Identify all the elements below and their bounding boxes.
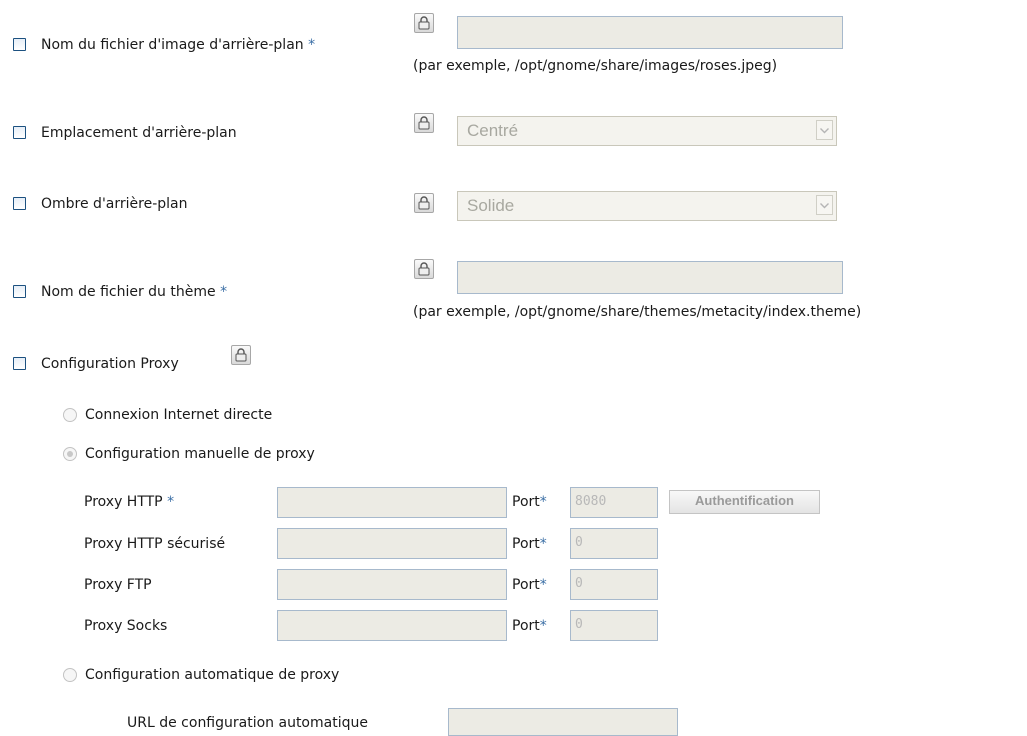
- socks-port-input[interactable]: 0: [570, 610, 658, 641]
- auto-url-label: URL de configuration automatique: [127, 715, 368, 731]
- socks-proxy-label: Proxy Socks: [84, 618, 168, 634]
- manual-proxy-radio[interactable]: [63, 447, 77, 461]
- secure-port-label: Port*: [512, 536, 547, 552]
- required-marker: *: [539, 618, 547, 634]
- secure-port-input[interactable]: 0: [570, 528, 658, 559]
- theme-file-hint: (par exemple, /opt/gnome/share/themes/me…: [413, 304, 862, 320]
- secure-http-proxy-label: Proxy HTTP sécurisé: [84, 536, 226, 552]
- chevron-down-icon[interactable]: [816, 120, 833, 140]
- background-image-hint: (par exemple, /opt/gnome/share/images/ro…: [413, 58, 778, 74]
- required-marker: *: [539, 494, 547, 510]
- required-marker: *: [167, 494, 175, 510]
- lock-icon[interactable]: [414, 13, 434, 33]
- direct-connection-radio[interactable]: [63, 408, 77, 422]
- background-image-checkbox[interactable]: [13, 38, 26, 51]
- theme-file-input[interactable]: [457, 261, 843, 294]
- http-port-input[interactable]: 8080: [570, 487, 658, 518]
- theme-file-checkbox[interactable]: [13, 285, 26, 298]
- background-placement-select[interactable]: Centré: [457, 116, 837, 146]
- proxy-config-checkbox[interactable]: [13, 357, 26, 370]
- http-proxy-label: Proxy HTTP *: [84, 494, 175, 510]
- manual-proxy-label: Configuration manuelle de proxy: [85, 446, 315, 462]
- theme-file-label: Nom de fichier du thème *: [41, 284, 228, 300]
- socks-proxy-input[interactable]: [277, 610, 507, 641]
- background-shading-value: Solide: [467, 196, 515, 215]
- background-placement-value: Centré: [467, 121, 519, 140]
- background-placement-checkbox[interactable]: [13, 126, 26, 139]
- chevron-down-icon[interactable]: [816, 195, 833, 215]
- background-image-label: Nom du fichier d'image d'arrière-plan *: [41, 37, 316, 53]
- secure-http-proxy-input[interactable]: [277, 528, 507, 559]
- lock-icon[interactable]: [231, 345, 251, 365]
- direct-connection-label: Connexion Internet directe: [85, 407, 273, 423]
- proxy-config-label: Configuration Proxy: [41, 356, 179, 372]
- background-shading-label: Ombre d'arrière-plan: [41, 196, 188, 212]
- background-image-input[interactable]: [457, 16, 843, 49]
- background-shading-select[interactable]: Solide: [457, 191, 837, 221]
- background-placement-label: Emplacement d'arrière-plan: [41, 125, 237, 141]
- auto-proxy-label: Configuration automatique de proxy: [85, 667, 340, 683]
- ftp-proxy-label: Proxy FTP: [84, 577, 152, 593]
- auto-url-input[interactable]: [448, 708, 678, 736]
- lock-icon[interactable]: [414, 113, 434, 133]
- required-marker: *: [539, 536, 547, 552]
- background-shading-checkbox[interactable]: [13, 197, 26, 210]
- required-marker: *: [539, 577, 547, 593]
- required-marker: *: [308, 37, 316, 53]
- lock-icon[interactable]: [414, 193, 434, 213]
- lock-icon[interactable]: [414, 259, 434, 279]
- http-port-label: Port*: [512, 494, 547, 510]
- ftp-port-input[interactable]: 0: [570, 569, 658, 600]
- ftp-proxy-input[interactable]: [277, 569, 507, 600]
- required-marker: *: [220, 284, 228, 300]
- http-proxy-input[interactable]: [277, 487, 507, 518]
- authentication-button[interactable]: Authentification: [669, 490, 820, 514]
- auto-proxy-radio[interactable]: [63, 668, 77, 682]
- ftp-port-label: Port*: [512, 577, 547, 593]
- socks-port-label: Port*: [512, 618, 547, 634]
